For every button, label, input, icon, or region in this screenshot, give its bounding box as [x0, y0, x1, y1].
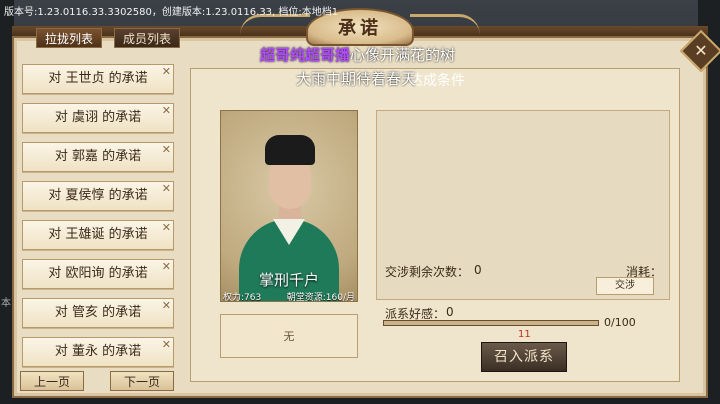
item-close-icon[interactable]: ✕ — [162, 66, 171, 78]
summon-to-faction-button[interactable]: 召入派系 — [481, 342, 567, 372]
character-hat — [265, 135, 315, 165]
promise-list-item[interactable]: 对 管亥 的承诺 ✕ — [22, 298, 174, 328]
promise-list-item[interactable]: 对 董永 的承诺 ✕ — [22, 337, 174, 367]
promise-item-label: 对 郭嘉 的承诺 — [54, 149, 142, 164]
marquee-highlight: 超哥纯超哥播 — [260, 46, 351, 64]
condition-none-box: 无 — [220, 314, 358, 358]
promise-list: 对 王世贞 的承诺 ✕ 对 虞诩 的承诺 ✕ 对 郭嘉 的承诺 ✕ 对 夏侯惇 … — [22, 64, 174, 376]
favor-progress-text: 0/100 — [604, 316, 636, 329]
marquee-line-1: 超哥纯超哥播心像开满花的树 — [260, 44, 455, 65]
promise-list-item[interactable]: 对 王世贞 的承诺 ✕ — [22, 64, 174, 94]
negotiate-button[interactable]: 交涉 — [596, 277, 654, 295]
negotiate-remaining-label: 交涉剩余次数： — [385, 265, 470, 279]
favor-progress-bar — [383, 320, 599, 326]
promise-list-item[interactable]: 对 王雄诞 的承诺 ✕ — [22, 220, 174, 250]
prev-page-button[interactable]: 上一页 — [20, 371, 84, 391]
promise-list-item[interactable]: 对 欧阳询 的承诺 ✕ — [22, 259, 174, 289]
power-stat: 权力:763 — [223, 293, 262, 302]
favor-value: 0 — [446, 305, 454, 319]
promise-item-label: 对 欧阳询 的承诺 — [48, 266, 148, 281]
item-close-icon[interactable]: ✕ — [162, 300, 171, 312]
close-x-icon: ✕ — [694, 41, 708, 60]
next-page-button[interactable]: 下一页 — [110, 371, 174, 391]
side-edge-char: 本 — [1, 298, 11, 309]
marquee-line-1-text: 心像开满花的树 — [350, 46, 456, 64]
favor-red-number: 11 — [518, 329, 531, 340]
character-title: 掌刑千户 — [258, 271, 319, 289]
promise-item-label: 对 虞诩 的承诺 — [54, 110, 142, 125]
tab-member-list[interactable]: 成员列表 — [114, 28, 181, 48]
promise-list-item[interactable]: 对 郭嘉 的承诺 ✕ — [22, 142, 174, 172]
item-close-icon[interactable]: ✕ — [162, 144, 171, 156]
item-close-icon[interactable]: ✕ — [162, 339, 171, 351]
marquee-line-2: 大雨中期待着春天 — [296, 70, 417, 88]
item-close-icon[interactable]: ✕ — [162, 222, 171, 234]
resource-stat: 朝堂资源:160/月 — [286, 293, 355, 302]
item-close-icon[interactable]: ✕ — [162, 183, 171, 195]
promise-item-label: 对 董永 的承诺 — [54, 344, 142, 359]
item-close-icon[interactable]: ✕ — [162, 261, 171, 273]
character-portrait[interactable]: 掌刑千户 权力:763 朝堂资源:160/月 — [220, 110, 358, 302]
tab-recruit-list[interactable]: 拉拢列表 — [36, 28, 103, 48]
negotiate-remaining-value: 0 — [474, 263, 482, 277]
promise-list-item[interactable]: 对 虞诩 的承诺 ✕ — [22, 103, 174, 133]
promise-item-label: 对 王雄诞 的承诺 — [48, 227, 148, 242]
promise-item-label: 对 夏侯惇 的承诺 — [48, 188, 148, 203]
promise-item-label: 对 管亥 的承诺 — [54, 305, 142, 320]
item-close-icon[interactable]: ✕ — [162, 105, 171, 117]
title-ornament-right — [410, 14, 480, 35]
promise-list-item[interactable]: 对 夏侯惇 的承诺 ✕ — [22, 181, 174, 211]
version-info: 版本号:1.23.0116.33.3302580，创建版本:1.23.0116.… — [4, 7, 339, 18]
promise-item-label: 对 王世贞 的承诺 — [48, 71, 148, 86]
